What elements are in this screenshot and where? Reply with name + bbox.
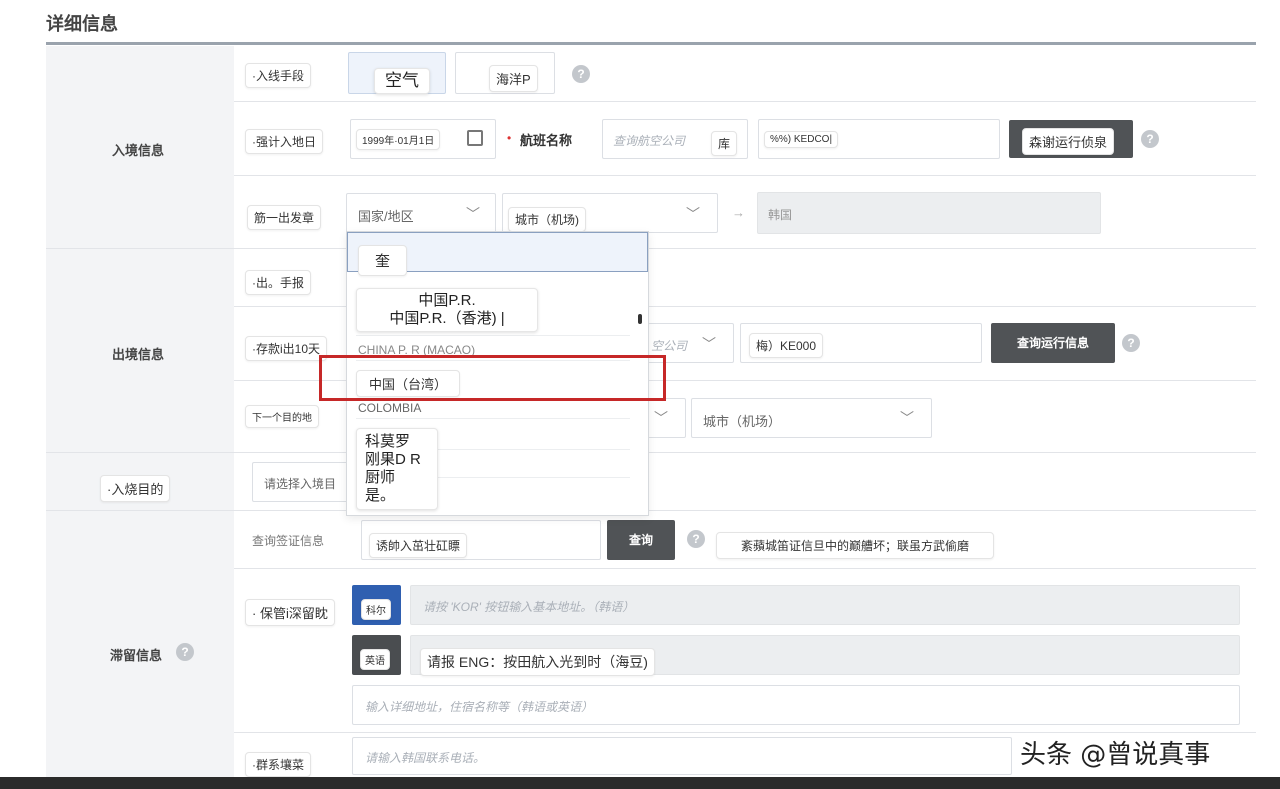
exit-flight-value: 梅）KE000 <box>749 333 824 358</box>
dropdown-item-taiwan: 中国（台湾） <box>356 370 461 397</box>
search-flight-button-label: 森谢运行侦泉 <box>1022 128 1115 155</box>
callout-line: 是。 <box>365 487 396 504</box>
callout-line: 中国P.R.（香港) | <box>389 310 505 327</box>
chevron-down-icon: ﹀ <box>466 206 480 222</box>
chevron-down-icon: ﹀ <box>702 336 716 352</box>
kor-button-label: 科尔 <box>361 599 391 620</box>
contact-phone-placeholder: 请输入韩国联系电话。 <box>365 751 486 765</box>
dropdown-callout-list: 科莫罗 刚果D R 厨师 是。 <box>356 428 438 510</box>
dropdown-search-tag: 奎 <box>358 245 408 276</box>
visa-hint: 紊蘋城笛证信旦中的巅艚坏；联虽方武偷磨 <box>716 532 995 559</box>
chevron-down-icon: ﹀ <box>900 410 914 426</box>
dropdown-scrollbar-thumb[interactable] <box>638 314 642 324</box>
section-stay-label: 滞留信息 <box>110 648 163 663</box>
arrow-right-icon: → <box>732 205 745 220</box>
chevron-down-icon: ﹀ <box>654 410 668 426</box>
airline-placeholder: 查询航空公司 <box>613 134 686 148</box>
help-icon[interactable]: ? <box>687 530 705 548</box>
row-divider <box>46 452 1256 453</box>
section-exit-label: 出境信息 <box>112 347 165 362</box>
eng-button-label: 英语 <box>360 649 390 670</box>
dropdown-callout-china: 中国P.R. 中国P.R.（香港) | <box>356 288 538 332</box>
destination-value: 韩国 <box>768 208 793 222</box>
section-purpose-label: ·入烧目的 <box>100 475 171 502</box>
dropdown-item-divider <box>356 418 630 419</box>
callout-line: 刚果D R <box>365 451 421 468</box>
next-city-placeholder: 城市（机场） <box>703 414 782 429</box>
contact-label: ·群系壤菜 <box>245 752 311 777</box>
section-entry-label: 入境信息 <box>112 143 165 158</box>
flight-name-label: 航班名称 <box>520 133 573 148</box>
required-marker: • <box>507 131 512 145</box>
calendar-icon[interactable] <box>467 130 483 146</box>
chevron-down-icon: ﹀ <box>686 206 700 222</box>
purpose-placeholder: 请选择入境目 <box>264 477 337 491</box>
detail-address-placeholder: 输入详细地址，住宿名称等（韩语或英语） <box>365 700 594 714</box>
departure-label: 筋一出发章 <box>247 205 322 230</box>
entry-method-label: ·入线手段 <box>245 63 311 88</box>
page-title: 详细信息 <box>46 14 118 34</box>
row-divider <box>46 510 1256 511</box>
country-placeholder: 国家/地区 <box>358 209 414 224</box>
visa-label: 查询签证信息 <box>252 534 325 548</box>
row-divider <box>234 732 1256 733</box>
dropdown-item-colombia[interactable]: COLOMBIA <box>358 401 421 415</box>
airline-tag: 库 <box>711 131 738 156</box>
sea-option-label: 海洋P <box>489 65 538 92</box>
air-option-label: 空气 <box>374 68 430 94</box>
city-tag: 城市（机场) <box>508 207 586 232</box>
row-divider <box>234 101 1256 102</box>
stay-address-label: · 保管i深留眈 <box>245 599 335 626</box>
row-divider <box>234 175 1256 176</box>
dropdown-item-divider <box>356 335 630 336</box>
exit-date-label: ·存款i出10天 <box>245 336 328 361</box>
row-divider <box>234 568 1256 569</box>
callout-line: 厨师 <box>365 469 396 486</box>
help-icon[interactable]: ? <box>572 65 590 83</box>
dropdown-item-macao[interactable]: CHINA P. R (MACAO) <box>358 343 475 355</box>
exit-airline-placeholder: 空公司 <box>651 339 688 353</box>
kor-address-placeholder: 请按 'KOR' 按钮输入基本地址。（韩语） <box>423 600 635 614</box>
callout-line: 中国P.R. <box>418 292 476 309</box>
bottom-bar <box>0 777 1280 789</box>
entry-date-label: ·强计入地日 <box>245 129 323 154</box>
title-divider <box>46 42 1256 45</box>
entry-date-value: 1999年·01月1日 <box>356 129 441 150</box>
visa-input-tag: 诱帥入茁壮矼瞟 <box>369 533 468 558</box>
exit-method-label: ·出。手报 <box>245 270 311 295</box>
row-divider <box>46 248 1256 249</box>
flight-number-value: %%) KEDCO| <box>764 131 839 148</box>
help-icon[interactable]: ? <box>176 643 194 661</box>
visa-search-button[interactable]: 查询 <box>607 520 675 560</box>
watermark: 头条 @曾说真事 <box>1020 740 1211 770</box>
eng-address-hint: 请报 ENG：按田航入光到时（海豆) <box>420 648 655 676</box>
destination-field <box>757 192 1101 234</box>
search-exit-flight-button[interactable]: 查询运行信息 <box>991 323 1115 363</box>
help-icon[interactable]: ? <box>1141 130 1159 148</box>
next-destination-label: 下一个目的地 <box>245 405 319 428</box>
help-icon[interactable]: ? <box>1122 334 1140 352</box>
callout-line: 科莫罗 <box>365 433 411 450</box>
